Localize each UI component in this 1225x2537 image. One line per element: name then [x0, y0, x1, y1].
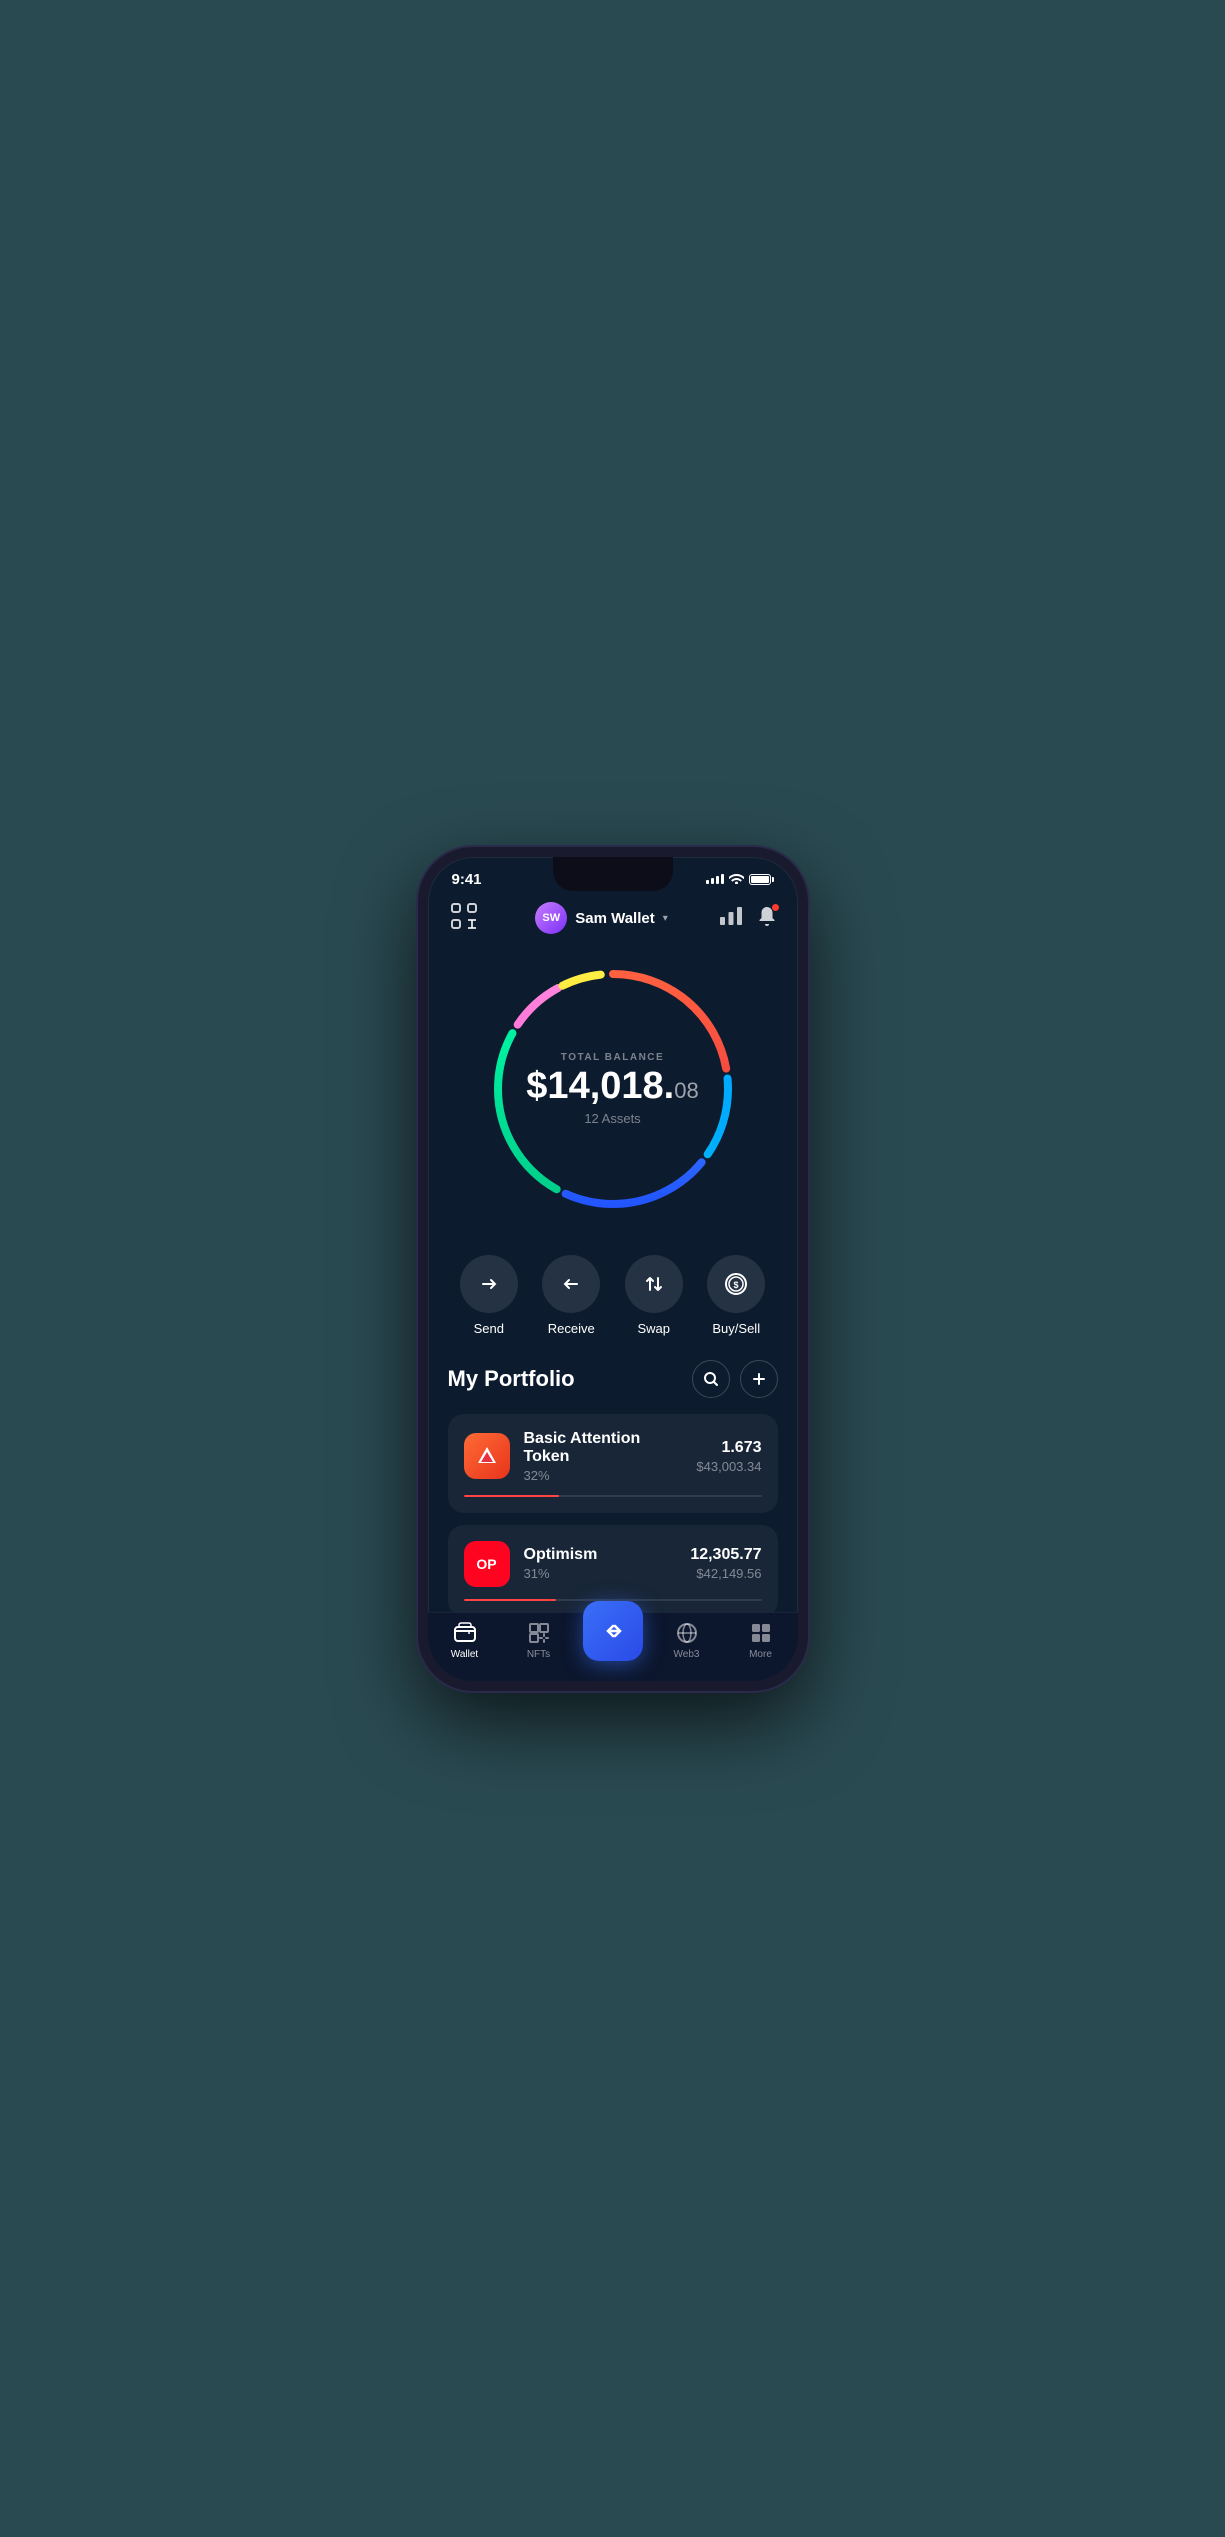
status-time: 9:41 [452, 871, 482, 888]
nav-web3[interactable]: Web3 [650, 1621, 724, 1660]
asset-info-op: Optimism 31% [524, 1546, 677, 1581]
status-icons [706, 872, 774, 887]
scan-button[interactable] [448, 900, 484, 937]
op-logo: OP [464, 1541, 510, 1587]
receive-label: Receive [548, 1321, 595, 1336]
nav-more[interactable]: More [724, 1621, 798, 1660]
notifications-button[interactable] [756, 905, 778, 932]
phone-frame: 9:41 [418, 847, 808, 1691]
asset-progress-bat [464, 1495, 762, 1497]
asset-amount-bat: 1.673 [696, 1439, 761, 1457]
battery-icon [749, 874, 774, 885]
user-name: Sam Wallet [575, 910, 654, 927]
asset-usd-bat: $43,003.34 [696, 1459, 761, 1474]
buysell-label: Buy/Sell [712, 1321, 760, 1336]
swap-button[interactable]: Swap [625, 1255, 683, 1336]
notification-dot [771, 903, 780, 912]
swap-label: Swap [637, 1321, 670, 1336]
asset-values-op: 12,305.77 $42,149.56 [690, 1546, 761, 1581]
nav-nfts-label: NFTs [527, 1649, 550, 1660]
add-button[interactable] [740, 1360, 778, 1398]
balance-whole: $14,018. [526, 1065, 674, 1107]
bat-logo [464, 1433, 510, 1479]
svg-text:$: $ [734, 1280, 739, 1290]
nav-center-button[interactable] [576, 1621, 650, 1661]
asset-percent-bat: 32% [524, 1468, 683, 1483]
nav-more-label: More [749, 1649, 772, 1660]
portfolio-header: My Portfolio [448, 1360, 778, 1398]
buysell-button[interactable]: $ Buy/Sell [707, 1255, 765, 1336]
balance-ring: TOTAL BALANCE $14,018.08 12 Assets [483, 959, 743, 1219]
send-label: Send [474, 1321, 504, 1336]
search-button[interactable] [692, 1360, 730, 1398]
header: SW Sam Wallet ▾ [428, 892, 798, 949]
asset-card-op[interactable]: OP Optimism 31% 12,305.77 $42,149.56 [448, 1525, 778, 1612]
asset-name-op: Optimism [524, 1546, 677, 1564]
receive-button[interactable]: Receive [542, 1255, 600, 1336]
asset-values-bat: 1.673 $43,003.34 [696, 1439, 761, 1474]
nav-wallet-label: Wallet [451, 1649, 478, 1660]
chart-button[interactable] [720, 907, 742, 930]
portfolio-actions [692, 1360, 778, 1398]
asset-percent-op: 31% [524, 1566, 677, 1581]
action-buttons: Send Receive Swap [428, 1239, 798, 1344]
avatar: SW [535, 902, 567, 934]
asset-info-bat: Basic Attention Token 32% [524, 1430, 683, 1483]
ring-center: TOTAL BALANCE $14,018.08 12 Assets [526, 1052, 698, 1126]
nav-wallet[interactable]: Wallet [428, 1621, 502, 1660]
main-content: TOTAL BALANCE $14,018.08 12 Assets Send [428, 949, 798, 1612]
user-selector[interactable]: SW Sam Wallet ▾ [535, 902, 668, 934]
bottom-nav: Wallet NFTs [428, 1612, 798, 1681]
balance-amount: $14,018.08 [526, 1067, 698, 1105]
asset-card-bat[interactable]: Basic Attention Token 32% 1.673 $43,003.… [448, 1414, 778, 1513]
signal-bars-icon [706, 874, 724, 884]
send-button[interactable]: Send [460, 1255, 518, 1336]
notch [553, 857, 673, 891]
nav-web3-label: Web3 [674, 1649, 700, 1660]
portfolio-section: My Portfolio [428, 1344, 798, 1612]
nav-nfts[interactable]: NFTs [502, 1621, 576, 1660]
asset-count: 12 Assets [526, 1111, 698, 1126]
asset-usd-op: $42,149.56 [690, 1566, 761, 1581]
chevron-down-icon: ▾ [663, 913, 668, 924]
balance-section: TOTAL BALANCE $14,018.08 12 Assets [428, 949, 798, 1239]
balance-cents: 08 [674, 1078, 698, 1103]
asset-amount-op: 12,305.77 [690, 1546, 761, 1564]
wifi-icon [729, 872, 744, 887]
balance-label: TOTAL BALANCE [526, 1052, 698, 1063]
portfolio-title: My Portfolio [448, 1366, 575, 1392]
asset-name-bat: Basic Attention Token [524, 1430, 683, 1466]
header-right [720, 905, 778, 932]
